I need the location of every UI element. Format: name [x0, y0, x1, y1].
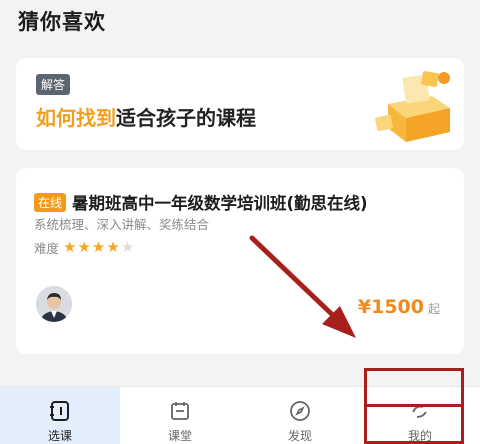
- answer-title-rest: 适合孩子的课程: [116, 106, 256, 130]
- difficulty-stars: ★ ★ ★ ★ ★: [63, 240, 135, 255]
- compass-icon: [290, 401, 310, 421]
- tab-profile[interactable]: 我的: [360, 387, 480, 444]
- course-title: 暑期班高中一年级数学培训班(勤思在线): [72, 194, 368, 213]
- online-tag: 在线: [34, 192, 67, 212]
- calendar-icon: [171, 402, 189, 420]
- tab-select-course[interactable]: 选课: [0, 387, 120, 444]
- profile-icon: [412, 405, 427, 418]
- tab-discover[interactable]: 发现: [240, 387, 360, 444]
- course-subtitle: 系统梳理、深入讲解、奖练结合: [34, 217, 210, 232]
- bottom-tab-bar: 选课 课堂 发现 我的: [0, 386, 480, 444]
- tab-classroom[interactable]: 课堂: [120, 387, 240, 444]
- section-title: 猜你喜欢: [18, 10, 106, 34]
- tab-label: 选课: [47, 429, 72, 443]
- answer-card[interactable]: 解答 如何找到适合孩子的课程: [16, 58, 464, 150]
- answer-tag: 解答: [36, 74, 71, 95]
- star-filled-icon: ★: [63, 238, 77, 256]
- difficulty-row: 难度 ★ ★ ★ ★ ★: [34, 238, 135, 257]
- course-select-icon: [50, 401, 69, 421]
- star-empty-icon: ★: [120, 238, 135, 256]
- price-amount: ¥1500: [357, 296, 424, 318]
- star-filled-icon: ★: [77, 238, 91, 256]
- star-filled-icon: ★: [91, 238, 106, 256]
- answer-title-highlight: 如何找到: [36, 106, 116, 130]
- teacher-portrait-icon: [36, 286, 72, 322]
- price-suffix: 起: [427, 302, 440, 316]
- star-filled-icon: ★: [106, 238, 120, 256]
- teacher-avatar: [36, 286, 72, 322]
- answer-title: 如何找到适合孩子的课程: [36, 102, 256, 131]
- tab-label: 课堂: [167, 429, 192, 443]
- difficulty-label: 难度: [34, 241, 60, 256]
- gift-box-illustration: [375, 71, 450, 142]
- tab-label: 我的: [407, 429, 432, 443]
- course-header: 在线 暑期班高中一年级数学培训班(勤思在线): [34, 190, 368, 214]
- price: ¥1500 起: [358, 296, 440, 318]
- course-card[interactable]: 在线 暑期班高中一年级数学培训班(勤思在线) 系统梳理、深入讲解、奖练结合 难度…: [16, 168, 464, 354]
- tab-label: 发现: [287, 429, 312, 443]
